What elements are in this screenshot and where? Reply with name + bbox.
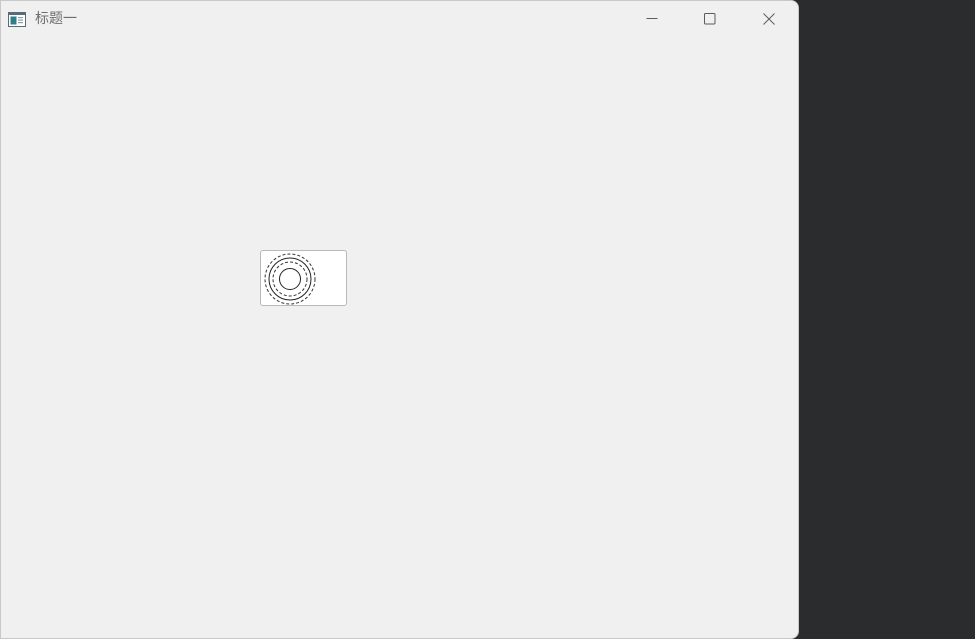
- concentric-circles-icon: [264, 253, 316, 305]
- close-button[interactable]: [740, 1, 798, 37]
- app-window: 标题一: [0, 0, 799, 639]
- close-icon: [763, 10, 775, 29]
- title-bar[interactable]: 标题一: [1, 1, 798, 37]
- maximize-icon: [704, 10, 716, 29]
- window-content: [1, 37, 798, 638]
- maximize-button[interactable]: [681, 1, 739, 37]
- minimize-button[interactable]: [623, 1, 681, 37]
- desktop-background: 标题一: [0, 0, 975, 639]
- app-window-icon: [8, 12, 26, 27]
- icon-button[interactable]: [260, 250, 347, 306]
- minimize-icon: [646, 10, 658, 29]
- window-title: 标题一: [35, 11, 77, 27]
